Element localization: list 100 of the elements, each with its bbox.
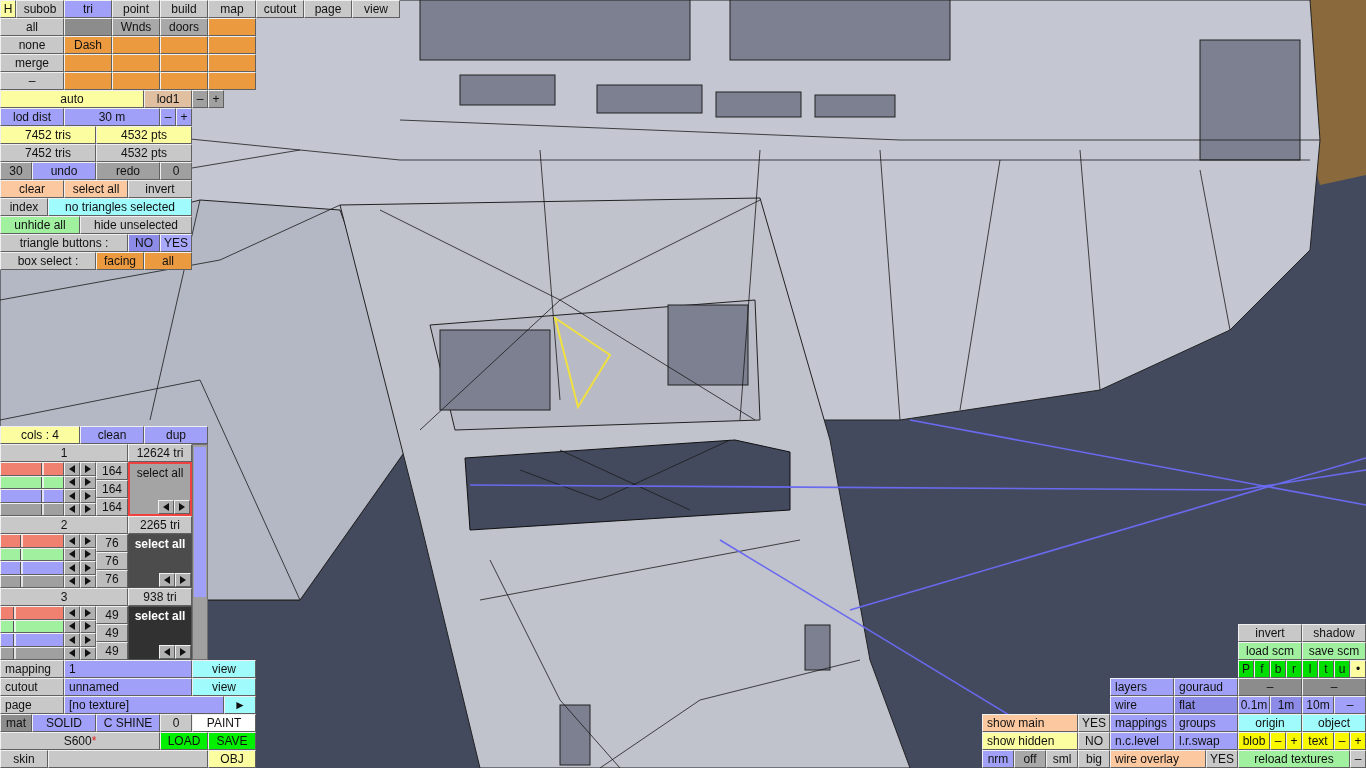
color-slider[interactable] xyxy=(0,534,64,548)
panel-button[interactable]: big xyxy=(1078,750,1110,768)
slider-thumb[interactable] xyxy=(40,476,44,488)
panel-button[interactable]: – xyxy=(1270,732,1286,750)
panel-button[interactable]: NO xyxy=(128,234,160,252)
panel-button[interactable]: cutout xyxy=(0,678,64,696)
increase-button[interactable] xyxy=(80,489,96,503)
panel-button[interactable]: index xyxy=(0,198,48,216)
panel-button[interactable]: t xyxy=(1318,660,1334,678)
panel-button[interactable]: OBJ xyxy=(208,750,256,768)
panel-button[interactable]: tri xyxy=(64,0,112,18)
panel-button[interactable]: groups xyxy=(1174,714,1238,732)
panel-button[interactable]: view xyxy=(192,678,256,696)
increase-button[interactable] xyxy=(80,534,96,548)
panel-button[interactable]: – xyxy=(1350,750,1366,768)
panel-button[interactable]: select all xyxy=(64,180,128,198)
panel-button[interactable]: 30 m xyxy=(64,108,160,126)
panel-button[interactable]: page xyxy=(0,696,64,714)
panel-button[interactable]: 4532 pts xyxy=(96,126,192,144)
panel-button[interactable]: lod1 xyxy=(144,90,192,108)
panel-button[interactable]: – xyxy=(1334,696,1366,714)
panel-button[interactable]: text xyxy=(1302,732,1334,750)
panel-button[interactable]: – xyxy=(160,108,176,126)
decrease-button[interactable] xyxy=(64,606,80,620)
panel-button[interactable]: + xyxy=(1350,732,1366,750)
color-swatch[interactable]: select all xyxy=(128,534,192,588)
increase-button[interactable] xyxy=(80,606,96,620)
increase-button[interactable] xyxy=(80,462,96,476)
panel-button[interactable]: NO xyxy=(1078,732,1110,750)
slider-thumb[interactable] xyxy=(19,548,23,560)
panel-button[interactable]: SAVE xyxy=(208,732,256,750)
select-all-label[interactable]: select all xyxy=(134,537,186,551)
slider-thumb[interactable] xyxy=(40,463,44,475)
panel-button[interactable]: no triangles selected xyxy=(48,198,192,216)
panel-button[interactable]: n.c.level xyxy=(1110,732,1174,750)
panel-button[interactable]: 1 xyxy=(64,660,192,678)
panel-button[interactable]: merge xyxy=(0,54,64,72)
panel-button[interactable]: gouraud xyxy=(1174,678,1238,696)
panel-button[interactable]: mat xyxy=(0,714,32,732)
panel-button[interactable]: wire overlay xyxy=(1110,750,1206,768)
panel-button[interactable]: skin xyxy=(0,750,48,768)
panel-button[interactable]: nrm xyxy=(982,750,1014,768)
increase-button[interactable] xyxy=(175,573,191,587)
decrease-button[interactable] xyxy=(64,489,80,503)
panel-button[interactable]: layers xyxy=(1110,678,1174,696)
panel-button[interactable]: clear xyxy=(0,180,64,198)
panel-button[interactable]: hide unselected xyxy=(80,216,192,234)
panel-button[interactable]: auto xyxy=(0,90,144,108)
panel-button[interactable]: blob xyxy=(1238,732,1270,750)
panel-button[interactable]: invert xyxy=(1238,624,1302,642)
scrollbar[interactable] xyxy=(192,444,208,660)
panel-button[interactable]: – xyxy=(1334,732,1350,750)
color-slider[interactable] xyxy=(0,489,64,503)
panel-button[interactable]: 0 xyxy=(160,162,192,180)
select-all-label[interactable]: select all xyxy=(136,466,184,480)
panel-button[interactable]: sml xyxy=(1046,750,1078,768)
slider-thumb[interactable] xyxy=(40,490,44,502)
panel-button[interactable]: wire xyxy=(1110,696,1174,714)
panel-button[interactable]: map xyxy=(208,0,256,18)
panel-button[interactable]: [no texture] xyxy=(64,696,224,714)
panel-button[interactable]: Dash xyxy=(64,36,112,54)
panel-button[interactable]: S600* xyxy=(0,732,160,750)
panel-button[interactable]: subob xyxy=(16,0,64,18)
panel-button[interactable]: mappings xyxy=(1110,714,1174,732)
panel-button[interactable]: SOLID xyxy=(32,714,96,732)
slider-thumb[interactable] xyxy=(40,503,44,515)
panel-button[interactable]: load scm xyxy=(1238,642,1302,660)
decrease-button[interactable] xyxy=(64,534,80,548)
increase-button[interactable] xyxy=(80,561,96,575)
panel-button[interactable]: H xyxy=(0,0,16,18)
decrease-button[interactable] xyxy=(159,573,175,587)
increase-button[interactable] xyxy=(175,645,191,659)
panel-button[interactable]: doors xyxy=(160,18,208,36)
slider-thumb[interactable] xyxy=(19,575,23,587)
panel-button[interactable]: 7452 tris xyxy=(0,144,96,162)
panel-button[interactable]: 10m xyxy=(1302,696,1334,714)
panel-button[interactable]: LOAD xyxy=(160,732,208,750)
panel-button[interactable]: origin xyxy=(1238,714,1302,732)
slider-thumb[interactable] xyxy=(19,562,23,574)
panel-button[interactable]: C SHINE xyxy=(96,714,160,732)
panel-button[interactable]: P xyxy=(1238,660,1254,678)
panel-button[interactable]: triangle buttons : xyxy=(0,234,128,252)
panel-button[interactable]: dup xyxy=(144,426,208,444)
panel-button[interactable]: view xyxy=(352,0,400,18)
panel-button[interactable]: + xyxy=(176,108,192,126)
scrollbar-thumb[interactable] xyxy=(194,447,206,597)
panel-button[interactable]: cols : 4 xyxy=(0,426,80,444)
panel-button[interactable]: r xyxy=(1286,660,1302,678)
panel-button[interactable]: l.r.swap xyxy=(1174,732,1238,750)
panel-button[interactable]: page xyxy=(304,0,352,18)
increase-button[interactable] xyxy=(174,500,190,514)
panel-button[interactable]: mapping xyxy=(0,660,64,678)
panel-button[interactable]: + xyxy=(1286,732,1302,750)
panel-button[interactable]: view xyxy=(192,660,256,678)
decrease-button[interactable] xyxy=(64,561,80,575)
slider-thumb[interactable] xyxy=(12,647,16,659)
panel-button[interactable]: invert xyxy=(128,180,192,198)
panel-button[interactable]: 1m xyxy=(1270,696,1302,714)
panel-button[interactable]: YES xyxy=(160,234,192,252)
color-slider[interactable] xyxy=(0,606,64,620)
